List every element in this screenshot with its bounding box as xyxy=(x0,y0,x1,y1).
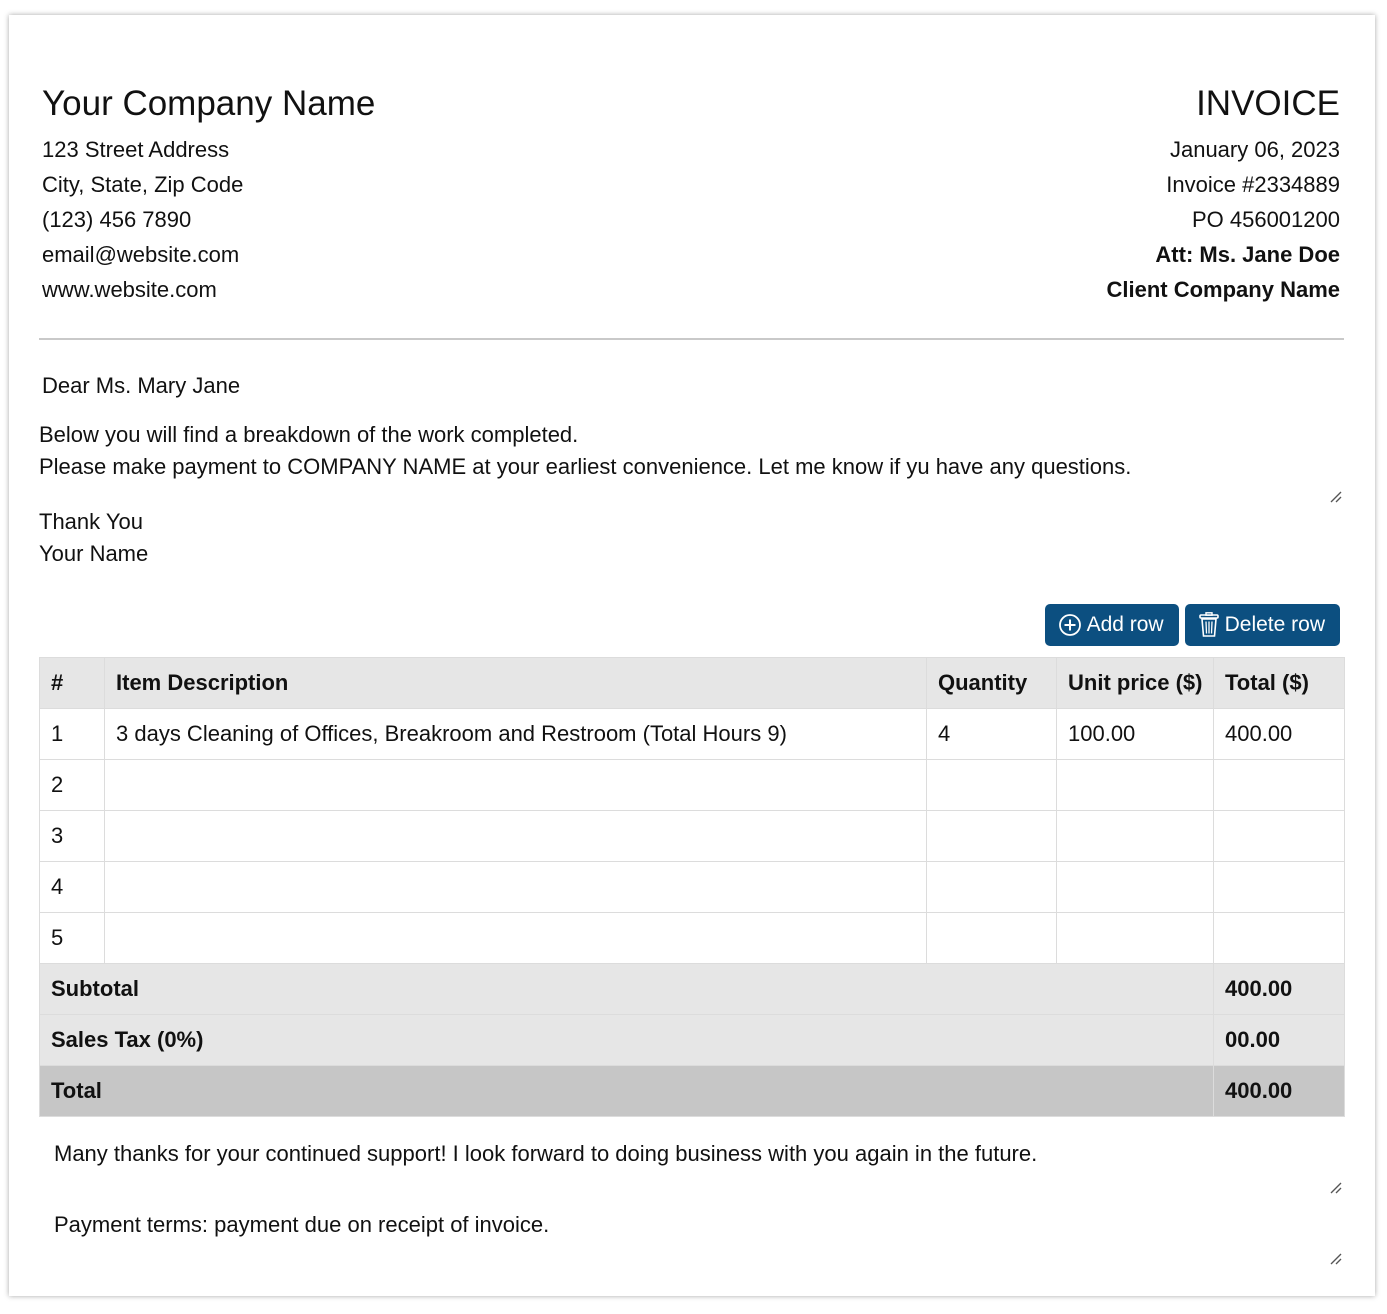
total-cell[interactable]: 400.00 xyxy=(1213,708,1345,760)
col-header-total: Total ($) xyxy=(1213,657,1345,709)
quantity-cell[interactable] xyxy=(926,759,1057,811)
company-city[interactable]: City, State, Zip Code xyxy=(42,167,243,202)
resize-grip-icon[interactable] xyxy=(1330,491,1342,503)
table-row[interactable]: 3 xyxy=(39,810,1345,862)
subtotal-row: Subtotal 400.00 xyxy=(39,963,1345,1015)
invoice-date[interactable]: January 06, 2023 xyxy=(1107,132,1340,167)
po-number[interactable]: PO 456001200 xyxy=(1107,202,1340,237)
row-number-cell[interactable]: 3 xyxy=(39,810,105,862)
table-toolbar: Add row Delete row xyxy=(1044,604,1340,646)
total-cell[interactable] xyxy=(1213,912,1345,964)
plus-circle-icon xyxy=(1058,614,1081,636)
row-number-cell[interactable]: 2 xyxy=(39,759,105,811)
table-row[interactable]: 2 xyxy=(39,759,1345,811)
col-header-quantity: Quantity xyxy=(926,657,1057,709)
table-row[interactable]: 5 xyxy=(39,912,1345,964)
company-phone[interactable]: (123) 456 7890 xyxy=(42,202,243,237)
resize-grip-icon[interactable] xyxy=(1330,1182,1342,1194)
quantity-cell[interactable] xyxy=(926,912,1057,964)
invoice-number[interactable]: Invoice #2334889 xyxy=(1107,167,1340,202)
unit-price-cell[interactable] xyxy=(1056,810,1214,862)
row-number-cell[interactable]: 4 xyxy=(39,861,105,913)
intro-textarea[interactable]: Below you will find a breakdown of the w… xyxy=(39,419,1344,503)
invoice-meta-block: January 06, 2023 Invoice #2334889 PO 456… xyxy=(1107,132,1341,307)
row-number-cell[interactable]: 1 xyxy=(39,708,105,760)
description-cell[interactable] xyxy=(104,759,927,811)
row-number-cell[interactable]: 5 xyxy=(39,912,105,964)
unit-price-cell[interactable] xyxy=(1056,759,1214,811)
greeting[interactable]: Dear Ms. Mary Jane xyxy=(42,370,240,402)
subtotal-value: 400.00 xyxy=(1213,963,1345,1015)
closing-block[interactable]: Thank You Your Name xyxy=(39,506,1344,570)
closing-line-1: Thank You xyxy=(39,509,143,534)
total-label: Total xyxy=(39,1065,1214,1117)
description-cell[interactable] xyxy=(104,861,927,913)
table-row[interactable]: 4 xyxy=(39,861,1345,913)
company-email[interactable]: email@website.com xyxy=(42,237,243,272)
thanks-textarea[interactable]: Many thanks for your continued support! … xyxy=(54,1138,1344,1194)
unit-price-cell[interactable]: 100.00 xyxy=(1056,708,1214,760)
attention-line[interactable]: Att: Ms. Jane Doe xyxy=(1107,237,1340,272)
closing-line-2: Your Name xyxy=(39,541,149,566)
table-row[interactable]: 1 3 days Cleaning of Offices, Breakroom … xyxy=(39,708,1345,760)
add-row-button[interactable]: Add row xyxy=(1044,604,1179,646)
items-table: # Item Description Quantity Unit price (… xyxy=(39,657,1345,1117)
header-divider xyxy=(39,338,1344,340)
payment-terms-textarea[interactable]: Payment terms: payment due on receipt of… xyxy=(54,1209,1344,1265)
invoice-page: Your Company Name 123 Street Address Cit… xyxy=(9,15,1375,1296)
quantity-cell[interactable] xyxy=(926,861,1057,913)
invoice-title[interactable]: INVOICE xyxy=(1196,83,1340,125)
col-header-description: Item Description xyxy=(104,657,927,709)
total-cell[interactable] xyxy=(1213,861,1345,913)
total-row: Total 400.00 xyxy=(39,1065,1345,1117)
sales-tax-row: Sales Tax (0%) 00.00 xyxy=(39,1014,1345,1066)
unit-price-cell[interactable] xyxy=(1056,912,1214,964)
table-header-row: # Item Description Quantity Unit price (… xyxy=(39,657,1345,709)
sales-tax-value: 00.00 xyxy=(1213,1014,1345,1066)
company-address-block: 123 Street Address City, State, Zip Code… xyxy=(42,132,243,307)
intro-line-2: Please make payment to COMPANY NAME at y… xyxy=(39,454,1132,479)
company-website[interactable]: www.website.com xyxy=(42,272,243,307)
unit-price-cell[interactable] xyxy=(1056,861,1214,913)
add-row-label: Add row xyxy=(1086,613,1164,636)
client-company-name[interactable]: Client Company Name xyxy=(1107,272,1341,307)
description-cell[interactable] xyxy=(104,912,927,964)
total-cell[interactable] xyxy=(1213,759,1345,811)
intro-line-1: Below you will find a breakdown of the w… xyxy=(39,422,579,447)
quantity-cell[interactable] xyxy=(926,810,1057,862)
description-cell[interactable]: 3 days Cleaning of Offices, Breakroom an… xyxy=(104,708,927,760)
company-street[interactable]: 123 Street Address xyxy=(42,132,243,167)
delete-row-button[interactable]: Delete row xyxy=(1184,604,1340,646)
sales-tax-label[interactable]: Sales Tax (0%) xyxy=(39,1014,1214,1066)
col-header-number: # xyxy=(39,657,105,709)
col-header-unit-price: Unit price ($) xyxy=(1056,657,1214,709)
description-cell[interactable] xyxy=(104,810,927,862)
subtotal-label: Subtotal xyxy=(39,963,1214,1015)
trash-icon xyxy=(1198,612,1219,637)
thanks-text: Many thanks for your continued support! … xyxy=(54,1141,1038,1166)
delete-row-label: Delete row xyxy=(1224,613,1325,636)
total-cell[interactable] xyxy=(1213,810,1345,862)
total-value: 400.00 xyxy=(1213,1065,1345,1117)
resize-grip-icon[interactable] xyxy=(1330,1253,1342,1265)
quantity-cell[interactable]: 4 xyxy=(926,708,1057,760)
payment-terms-text: Payment terms: payment due on receipt of… xyxy=(54,1212,550,1237)
company-name[interactable]: Your Company Name xyxy=(42,83,375,125)
